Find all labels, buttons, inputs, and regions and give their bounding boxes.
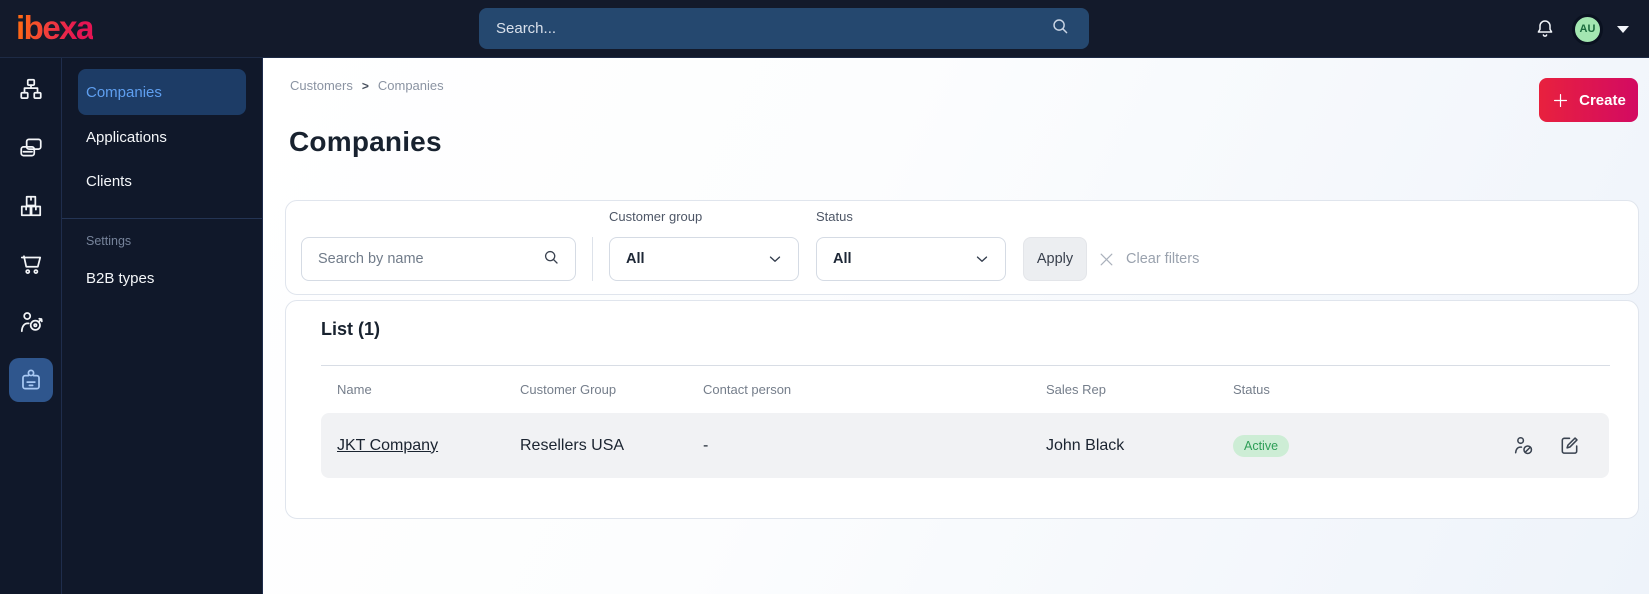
column-header-name: Name	[337, 381, 372, 397]
column-header-sales-rep: Sales Rep	[1046, 381, 1106, 397]
sidebar-item-content-structure[interactable]	[9, 68, 53, 112]
status-value: All	[833, 251, 852, 267]
status-label: Status	[816, 209, 853, 224]
sidebar-item-pages[interactable]	[9, 126, 53, 170]
user-avatar[interactable]: AU	[1572, 13, 1603, 45]
sidebar-item-products[interactable]	[9, 184, 53, 228]
contact-person-cell: -	[703, 436, 709, 454]
sidebar-item-clients[interactable]: Clients	[78, 159, 246, 203]
deactivate-user-button[interactable]	[1511, 434, 1535, 458]
list-heading-wrap: List (1)	[321, 301, 1610, 366]
icon-rail	[0, 58, 62, 594]
page-title: Companies	[289, 126, 442, 157]
breadcrumb-customers[interactable]: Customers	[290, 78, 353, 93]
ibexa-logo[interactable]: ibexa	[16, 9, 94, 47]
sidebar-item-applications[interactable]: Applications	[78, 115, 246, 159]
sidebar-item-companies[interactable]: Companies	[78, 69, 246, 115]
global-search[interactable]	[479, 8, 1089, 49]
edit-company-button[interactable]	[1557, 434, 1581, 458]
status-badge: Active	[1233, 434, 1290, 457]
status-select[interactable]: All	[816, 237, 1006, 281]
name-search-input[interactable]	[302, 251, 541, 267]
search-icon	[1049, 15, 1071, 42]
sidebar-item-personalization[interactable]	[9, 300, 53, 344]
sidebar-item-b2b-types[interactable]: B2B types	[78, 258, 246, 298]
deactivate-user-icon	[1514, 436, 1532, 455]
filter-divider	[592, 237, 593, 281]
nav-label: Clients	[86, 172, 132, 190]
create-button[interactable]: Create	[1539, 78, 1638, 122]
chevron-down-icon	[769, 256, 781, 262]
edit-icon	[1561, 437, 1578, 454]
top-bar-actions: AU	[1532, 0, 1629, 58]
table-row: JKT Company Resellers USA - John Black A…	[321, 413, 1609, 478]
close-icon	[1100, 253, 1113, 265]
breadcrumb: Customers > Companies	[290, 78, 444, 93]
sidebar-divider	[62, 218, 262, 219]
sidebar-section-settings: Settings	[86, 234, 132, 248]
main-content: Customers > Companies Create Companies C…	[263, 58, 1649, 594]
customer-group-label: Customer group	[609, 209, 703, 224]
customer-group-cell: Resellers USA	[520, 436, 625, 454]
notifications-bell-icon[interactable]	[1532, 16, 1558, 42]
column-header-customer-group: Customer Group	[520, 381, 617, 397]
content-structure-icon	[19, 78, 42, 99]
breadcrumb-separator: >	[361, 78, 369, 93]
filters-card: Customer group All Status All Apply Clea…	[285, 200, 1639, 295]
table-header-row: Name Customer Group Contact person Sales…	[321, 366, 1609, 412]
chevron-down-icon	[976, 256, 988, 262]
breadcrumb-companies[interactable]: Companies	[378, 78, 444, 93]
nav-label: Companies	[86, 83, 162, 101]
secondary-sidebar: Companies Applications Clients Settings …	[62, 58, 263, 594]
customer-group-select[interactable]: All	[609, 237, 799, 281]
create-button-label: Create	[1579, 91, 1626, 109]
nav-label: Applications	[86, 128, 167, 146]
top-bar: ibexa AU	[0, 0, 1649, 58]
nav-label: B2B types	[86, 269, 155, 287]
plus-icon	[1554, 93, 1568, 107]
sidebar-item-commerce[interactable]	[9, 242, 53, 286]
sales-rep-cell: John Black	[1046, 436, 1125, 454]
products-icon	[20, 195, 41, 217]
company-name-link[interactable]: JKT Company	[337, 437, 438, 455]
personalization-icon	[20, 312, 43, 333]
column-header-contact-person: Contact person	[703, 381, 792, 397]
apply-button[interactable]: Apply	[1023, 237, 1087, 281]
companies-list-card: List (1) Name Customer Group Contact per…	[285, 300, 1639, 519]
list-heading: List (1)	[321, 319, 381, 339]
search-icon	[541, 247, 561, 272]
row-actions	[1511, 434, 1593, 458]
app-window: ibexa AU	[0, 0, 1649, 594]
sidebar-item-b2b[interactable]	[8, 358, 53, 402]
clear-filters-button[interactable]: Clear filters	[1098, 237, 1199, 281]
cart-icon	[20, 255, 41, 274]
column-header-status: Status	[1233, 381, 1270, 397]
clear-filters-label: Clear filters	[1126, 251, 1200, 267]
name-search-field[interactable]	[301, 237, 576, 281]
pages-icon	[19, 138, 42, 157]
user-menu-caret-icon[interactable]	[1617, 25, 1629, 33]
global-search-input[interactable]	[479, 20, 1049, 37]
b2b-badge-icon	[21, 369, 40, 390]
customer-group-value: All	[626, 251, 645, 267]
status-cell: Active	[1233, 434, 1413, 457]
